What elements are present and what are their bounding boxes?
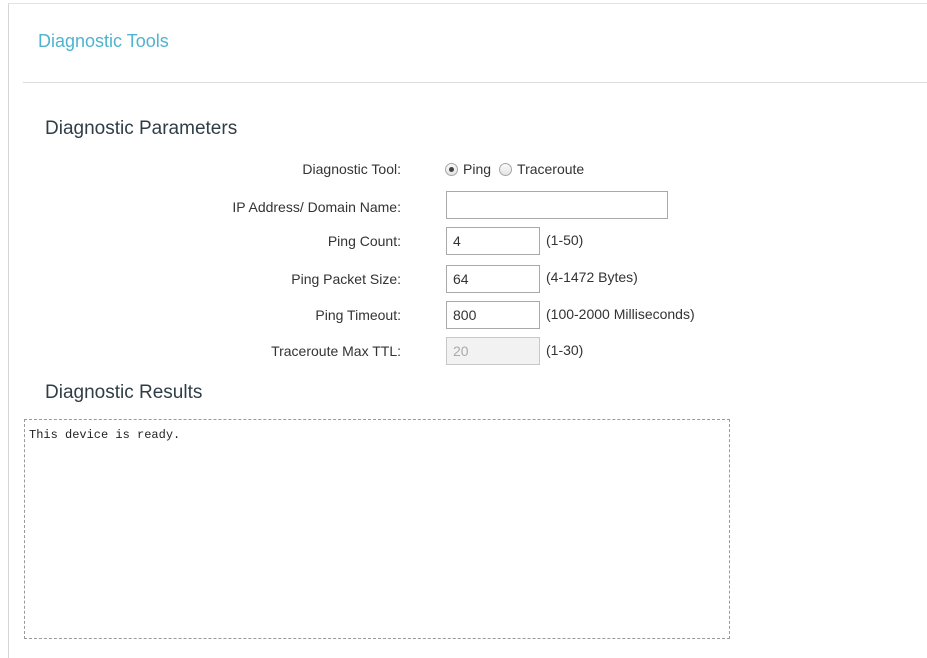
parameters-section-title: Diagnostic Parameters xyxy=(45,118,238,139)
traceroute-max-ttl-label: Traceroute Max TTL: xyxy=(271,343,401,359)
diagnostic-tool-label: Diagnostic Tool: xyxy=(302,161,401,177)
ping-timeout-hint: (100-2000 Milliseconds) xyxy=(546,306,695,322)
ping-packet-size-label: Ping Packet Size: xyxy=(291,271,401,287)
traceroute-max-ttl-hint: (1-30) xyxy=(546,342,584,358)
title-divider xyxy=(23,82,927,83)
traceroute-radio[interactable] xyxy=(499,162,513,176)
traceroute-radio-label[interactable]: Traceroute xyxy=(517,161,584,177)
radio-selected-dot xyxy=(449,166,454,172)
ip-address-input[interactable] xyxy=(446,191,668,219)
diagnostic-tool-radio-group: Ping Traceroute xyxy=(445,160,592,178)
ping-radio-label[interactable]: Ping xyxy=(463,161,491,177)
ping-count-label: Ping Count: xyxy=(327,233,401,249)
ping-count-hint: (1-50) xyxy=(546,232,584,248)
ping-count-input[interactable] xyxy=(446,227,540,255)
page-title: Diagnostic Tools xyxy=(38,31,169,51)
diagnostic-results-output[interactable]: This device is ready. xyxy=(24,419,730,639)
ping-radio[interactable] xyxy=(445,162,458,176)
ping-packet-size-hint: (4-1472 Bytes) xyxy=(546,269,638,285)
traceroute-max-ttl-input xyxy=(446,337,540,365)
ping-timeout-label: Ping Timeout: xyxy=(315,307,401,323)
ping-packet-size-input[interactable] xyxy=(446,265,540,293)
ip-address-label: IP Address/ Domain Name: xyxy=(232,199,401,215)
ping-timeout-input[interactable] xyxy=(446,301,540,329)
results-section-title: Diagnostic Results xyxy=(45,382,203,403)
